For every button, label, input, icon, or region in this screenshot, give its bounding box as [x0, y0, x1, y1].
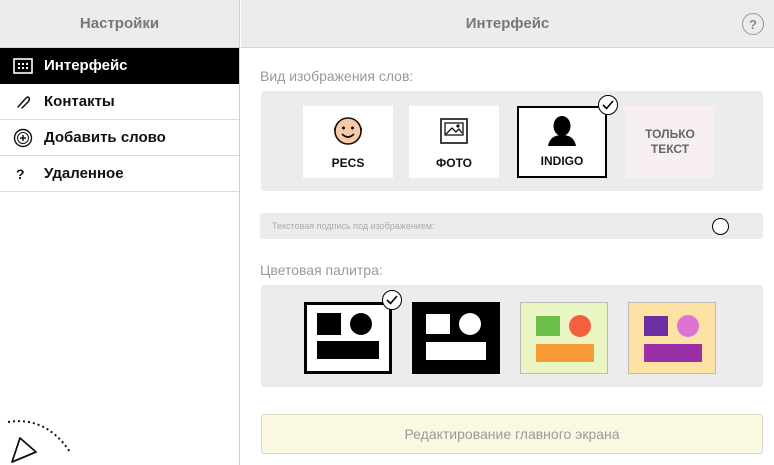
caption-toggle[interactable]	[712, 218, 729, 235]
settings-sidebar: Настройки Интерфейс Контакты Добавить сл…	[0, 0, 240, 465]
caption-toggle-label: Текстовая подпись под изображением:	[272, 221, 435, 231]
selected-check-icon	[598, 95, 618, 115]
mode-option-text-only[interactable]: ТОЛЬКО ТЕКСТ	[625, 106, 715, 178]
palette-option-white-on-black[interactable]	[412, 302, 500, 374]
tool-dial-icon[interactable]	[6, 412, 80, 465]
mode-option-label: PECS	[331, 156, 365, 170]
word-view-options: PECS ФОТО INDIGO ТОЛЬКО ТЕКСТ	[261, 91, 763, 191]
sidebar-item-label: Контакты	[44, 93, 115, 110]
page-header: Интерфейс ?	[241, 0, 774, 48]
mode-option-photo[interactable]: ФОТО	[409, 106, 499, 178]
palette-label: Цветовая палитра:	[260, 262, 383, 278]
sidebar-title: Настройки	[0, 0, 239, 48]
mode-option-label: ФОТО	[436, 156, 472, 170]
help-icon[interactable]: ?	[742, 13, 764, 35]
page-title: Интерфейс	[465, 15, 550, 32]
word-view-label: Вид изображения слов:	[260, 68, 414, 84]
palette-options	[261, 285, 763, 387]
sidebar-item-label: Добавить слово	[44, 129, 166, 146]
sidebar-item-interface[interactable]: Интерфейс	[0, 48, 239, 84]
sidebar-item-label: Удаленное	[44, 165, 124, 182]
palette-option-black-on-white[interactable]	[304, 302, 392, 374]
sidebar-item-contacts[interactable]: Контакты	[0, 84, 239, 120]
palette-option-green-orange[interactable]	[520, 302, 608, 374]
interface-settings-panel: Интерфейс ? Вид изображения слов: PECS Ф…	[241, 0, 774, 465]
edit-home-screen-button[interactable]: Редактирование главного экрана	[261, 414, 763, 454]
sidebar-item-deleted[interactable]: ? Удаленное	[0, 156, 239, 192]
silhouette-icon	[545, 108, 579, 154]
caption-toggle-row: Текстовая подпись под изображением:	[260, 213, 763, 239]
face-icon	[332, 106, 364, 156]
mode-option-label: INDIGO	[540, 154, 584, 168]
palette-option-purple-pink[interactable]	[628, 302, 716, 374]
mode-option-pecs[interactable]: PECS	[303, 106, 393, 178]
question-icon: ?	[16, 165, 25, 182]
sidebar-item-label: Интерфейс	[44, 57, 128, 74]
selected-check-icon	[382, 290, 402, 310]
paperclip-icon	[12, 91, 34, 113]
grid-icon	[12, 55, 34, 77]
mode-option-label-line1: ТОЛЬКО	[645, 127, 695, 141]
photo-icon	[439, 106, 469, 156]
sidebar-item-add-word[interactable]: Добавить слово	[0, 120, 239, 156]
mode-option-label-line2: ТЕКСТ	[650, 142, 690, 156]
add-circle-icon	[12, 127, 34, 149]
mode-option-indigo[interactable]: INDIGO	[517, 106, 607, 178]
